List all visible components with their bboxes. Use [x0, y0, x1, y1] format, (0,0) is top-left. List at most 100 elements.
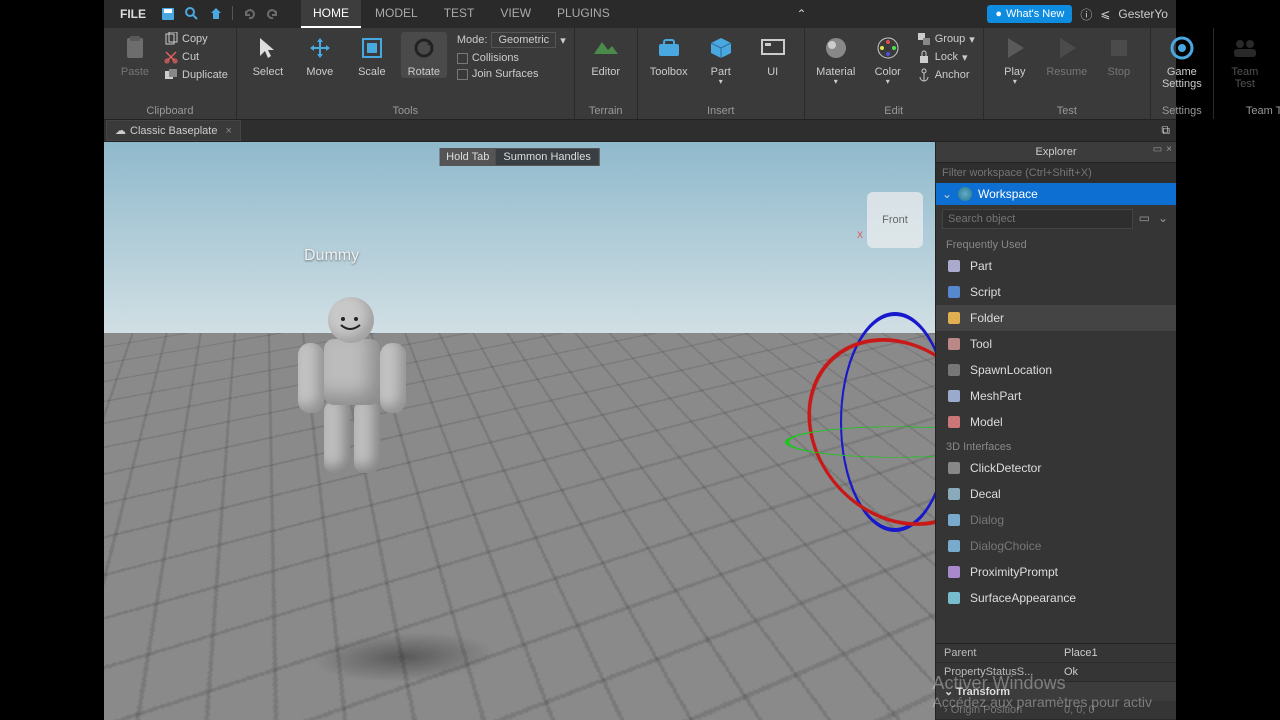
insert-item-label: ClickDetector	[970, 461, 1041, 475]
ribbon-group-clipboard: Paste Copy Cut Duplicate Clipboard	[104, 28, 237, 119]
game-settings-button[interactable]: Game Settings	[1159, 32, 1205, 90]
username-label[interactable]: GesterYo	[1118, 7, 1168, 21]
insert-item-decal[interactable]: Decal	[936, 481, 1176, 507]
ribbon-group-teamtest: Team Test Exit Game Team Test	[1214, 28, 1280, 119]
play-button[interactable]: Play▾	[992, 32, 1038, 87]
lock-button[interactable]: Lock ▾	[917, 50, 975, 64]
insert-item-dialogchoice[interactable]: DialogChoice	[936, 533, 1176, 559]
rotate-button[interactable]: Rotate	[401, 32, 447, 78]
join-surfaces-checkbox[interactable]: Join Surfaces	[457, 68, 566, 80]
terrain-editor-button[interactable]: Editor	[583, 32, 629, 78]
tab-plugins[interactable]: PLUGINS	[545, 0, 622, 28]
close-panel-icon[interactable]: ×	[1166, 144, 1172, 155]
decal-icon	[946, 486, 962, 502]
property-row[interactable]: ParentPlace1	[936, 644, 1176, 663]
save-icon[interactable]	[160, 6, 176, 22]
insert-item-part[interactable]: Part	[936, 253, 1176, 279]
tab-home[interactable]: HOME	[301, 0, 361, 28]
stop-button: Stop	[1096, 32, 1142, 78]
viewport-hint: Hold Tab Summon Handles	[439, 148, 600, 166]
rotate-gizmo[interactable]	[785, 312, 935, 532]
axis-x-label: X	[857, 230, 863, 240]
restore-panels-icon[interactable]: ⧉	[1161, 123, 1176, 138]
help-icon[interactable]: ⓘ	[1080, 6, 1092, 23]
ribbon-group-settings: Game Settings Settings	[1151, 28, 1214, 119]
chevron-down-icon[interactable]: ⌄	[942, 187, 952, 201]
insert-item-label: Model	[970, 415, 1003, 429]
whats-new-button[interactable]: ● What's New	[987, 5, 1072, 23]
dialogchoice-icon	[946, 538, 962, 554]
insert-item-meshpart[interactable]: MeshPart	[936, 383, 1176, 409]
insert-item-model[interactable]: Model	[936, 409, 1176, 435]
workspace-label: Workspace	[978, 187, 1038, 201]
part-button[interactable]: Part▾	[698, 32, 744, 87]
exit-game-button: Exit Game	[1274, 32, 1280, 90]
tool-icon	[946, 336, 962, 352]
group-button[interactable]: Group ▾	[917, 32, 975, 46]
share-icon[interactable]: ⩽	[1100, 7, 1110, 21]
insert-item-label: Decal	[970, 487, 1001, 501]
insert-item-folder[interactable]: Folder	[936, 305, 1176, 331]
model-icon	[946, 414, 962, 430]
insert-item-label: SurfaceAppearance	[970, 591, 1076, 605]
insert-item-label: DialogChoice	[970, 539, 1041, 553]
view-toggle-icon[interactable]: ▭	[1137, 209, 1152, 229]
ui-button[interactable]: UI	[750, 32, 796, 78]
tab-test[interactable]: TEST	[432, 0, 487, 28]
cut-button[interactable]: Cut	[164, 50, 228, 64]
team-test-button: Team Test	[1222, 32, 1268, 90]
expand-icon[interactable]: ⌄	[1156, 209, 1170, 229]
ribbon: Paste Copy Cut Duplicate Clipboard Selec…	[104, 28, 1176, 120]
insert-item-label: Dialog	[970, 513, 1004, 527]
tab-view[interactable]: VIEW	[488, 0, 543, 28]
undock-icon[interactable]: ▭	[1153, 144, 1162, 155]
ribbon-group-terrain: Editor Terrain	[575, 28, 638, 119]
insert-object-search[interactable]	[942, 209, 1133, 229]
collisions-checkbox[interactable]: Collisions	[457, 52, 566, 64]
select-button[interactable]: Select	[245, 32, 291, 78]
app-window: WWW.BANDICAM.COM FILE HOME MODEL TEST VI…	[104, 0, 1176, 720]
insert-item-label: Part	[970, 259, 992, 273]
duplicate-button[interactable]: Duplicate	[164, 68, 228, 82]
orientation-cube[interactable]: Front	[867, 192, 923, 248]
insert-object-list: Frequently Used PartScriptFolderToolSpaw…	[936, 233, 1176, 643]
insert-item-clickdetector[interactable]: ClickDetector	[936, 455, 1176, 481]
scale-button[interactable]: Scale	[349, 32, 395, 78]
explorer-filter-input[interactable]	[936, 163, 1176, 183]
insert-item-proximityprompt[interactable]: ProximityPrompt	[936, 559, 1176, 585]
activate-windows-watermark: Activer Windows Accédez aux paramètres p…	[933, 673, 1152, 710]
toolbox-button[interactable]: Toolbox	[646, 32, 692, 78]
material-button[interactable]: Material▾	[813, 32, 859, 87]
workspace-tree-node[interactable]: ⌄ Workspace	[936, 183, 1176, 205]
viewport-3d[interactable]: Hold Tab Summon Handles Dummy Front X	[104, 142, 935, 720]
close-tab-icon[interactable]: ×	[225, 125, 231, 137]
undo-icon[interactable]	[241, 6, 257, 22]
color-button[interactable]: Color▾	[865, 32, 911, 87]
ribbon-group-edit: Material▾ Color▾ Group ▾ Lock ▾ Anchor E…	[805, 28, 984, 119]
ribbon-group-insert: Toolbox Part▾ UI Insert	[638, 28, 805, 119]
paste-button[interactable]: Paste	[112, 32, 158, 78]
document-tab[interactable]: ☁ Classic Baseplate ×	[106, 120, 241, 141]
ribbon-group-test: Play▾ Resume Stop Test	[984, 28, 1151, 119]
insert-item-tool[interactable]: Tool	[936, 331, 1176, 357]
insert-item-spawnlocation[interactable]: SpawnLocation	[936, 357, 1176, 383]
redo-icon[interactable]	[265, 6, 281, 22]
insert-item-dialog[interactable]: Dialog	[936, 507, 1176, 533]
copy-button[interactable]: Copy	[164, 32, 228, 46]
insert-item-script[interactable]: Script	[936, 279, 1176, 305]
move-button[interactable]: Move	[297, 32, 343, 78]
anchor-button[interactable]: Anchor	[917, 68, 975, 82]
dummy-model[interactable]	[284, 297, 424, 527]
proximityprompt-icon	[946, 564, 962, 580]
collapse-ribbon-icon[interactable]: ⌃	[796, 7, 806, 21]
spawnlocation-icon	[946, 362, 962, 378]
workspace-icon	[958, 187, 972, 201]
insert-item-surfaceappearance[interactable]: SurfaceAppearance	[936, 585, 1176, 611]
publish-icon[interactable]	[208, 6, 224, 22]
find-icon[interactable]	[184, 6, 200, 22]
tab-model[interactable]: MODEL	[363, 0, 430, 28]
file-menu[interactable]: FILE	[112, 3, 154, 25]
quick-access-toolbar	[160, 6, 281, 22]
part-icon	[946, 258, 962, 274]
mode-dropdown[interactable]: Mode: Geometric ▾	[457, 32, 566, 48]
